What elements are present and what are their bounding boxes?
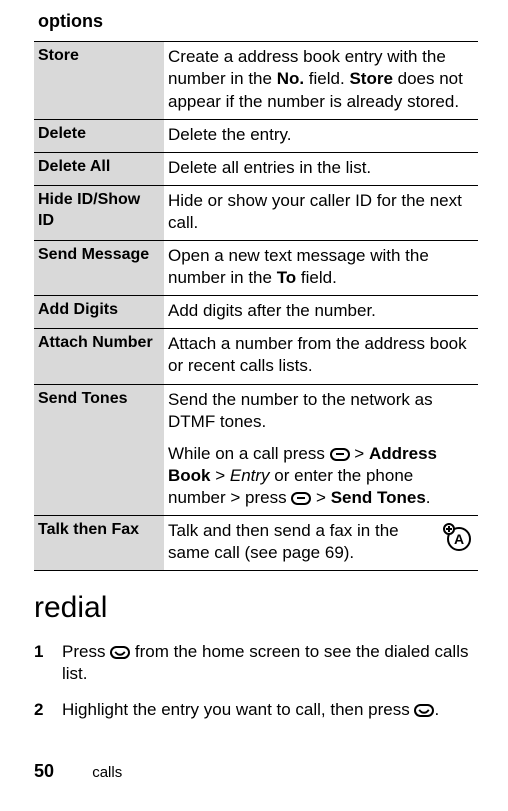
section-heading-redial: redial xyxy=(34,591,478,625)
options-table: options StoreCreate a address book entry… xyxy=(34,6,478,571)
option-description: Add digits after the number. xyxy=(164,296,478,329)
step-item: Press from the home screen to see the di… xyxy=(34,641,478,685)
table-row: Add DigitsAdd digits after the number. xyxy=(34,296,478,329)
operator-feature-icon: A xyxy=(442,522,472,558)
call-key-icon xyxy=(414,704,434,717)
option-name: Talk then Fax xyxy=(34,515,164,570)
option-name: Store xyxy=(34,42,164,119)
table-row: Talk then FaxTalk and then send a fax in… xyxy=(34,515,478,570)
options-header: options xyxy=(34,6,478,42)
option-name: Hide ID/Show ID xyxy=(34,185,164,240)
table-row: StoreCreate a address book entry with th… xyxy=(34,42,478,119)
table-row: Send TonesSend the number to the network… xyxy=(34,384,478,515)
option-name: Delete All xyxy=(34,152,164,185)
call-key-icon xyxy=(110,646,130,659)
option-description: Delete all entries in the list. xyxy=(164,152,478,185)
table-row: Attach NumberAttach a number from the ad… xyxy=(34,329,478,384)
table-row: Hide ID/Show IDHide or show your caller … xyxy=(34,185,478,240)
option-name: Add Digits xyxy=(34,296,164,329)
option-description: Create a address book entry with the num… xyxy=(164,42,478,119)
step-item: Highlight the entry you want to call, th… xyxy=(34,699,478,721)
redial-steps: Press from the home screen to see the di… xyxy=(34,641,478,721)
footer-section-name: calls xyxy=(92,764,122,781)
option-name: Delete xyxy=(34,119,164,152)
option-description: Attach a number from the address book or… xyxy=(164,329,478,384)
option-description: Hide or show your caller ID for the next… xyxy=(164,185,478,240)
table-row: DeleteDelete the entry. xyxy=(34,119,478,152)
table-row: Send MessageOpen a new text message with… xyxy=(34,241,478,296)
table-row: Delete AllDelete all entries in the list… xyxy=(34,152,478,185)
menu-key-icon xyxy=(330,448,350,461)
option-name: Send Message xyxy=(34,241,164,296)
option-description: Talk and then send a fax in the same cal… xyxy=(164,515,478,570)
page-footer: 50 calls xyxy=(34,761,478,782)
option-description: Delete the entry. xyxy=(164,119,478,152)
svg-text:A: A xyxy=(454,531,464,547)
option-description: Open a new text message with the number … xyxy=(164,241,478,296)
menu-key-icon xyxy=(291,492,311,505)
option-description: Send the number to the network as DTMF t… xyxy=(164,384,478,515)
page-number: 50 xyxy=(34,761,54,781)
option-name: Attach Number xyxy=(34,329,164,384)
option-name: Send Tones xyxy=(34,384,164,515)
